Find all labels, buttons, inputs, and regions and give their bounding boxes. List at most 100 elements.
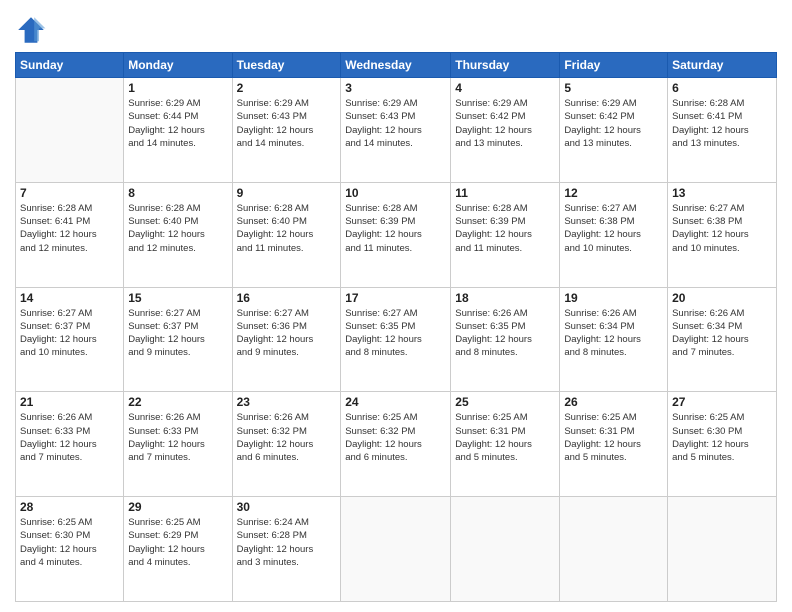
day-info: Sunrise: 6:28 AM Sunset: 6:41 PM Dayligh…: [20, 202, 119, 255]
calendar-cell: 29 Sunrise: 6:25 AM Sunset: 6:29 PM Dayli…: [124, 497, 232, 602]
day-number: 27: [672, 395, 772, 409]
day-number: 21: [20, 395, 119, 409]
calendar-header-row: SundayMondayTuesdayWednesdayThursdayFrid…: [16, 53, 777, 78]
calendar-cell: 21 Sunrise: 6:26 AM Sunset: 6:33 PM Dayli…: [16, 392, 124, 497]
day-number: 3: [345, 81, 446, 95]
day-number: 17: [345, 291, 446, 305]
day-info: Sunrise: 6:27 AM Sunset: 6:37 PM Dayligh…: [20, 307, 119, 360]
day-info: Sunrise: 6:24 AM Sunset: 6:28 PM Dayligh…: [237, 516, 337, 569]
week-row-4: 28 Sunrise: 6:25 AM Sunset: 6:30 PM Dayli…: [16, 497, 777, 602]
day-number: 14: [20, 291, 119, 305]
day-info: Sunrise: 6:25 AM Sunset: 6:30 PM Dayligh…: [20, 516, 119, 569]
day-header-friday: Friday: [560, 53, 668, 78]
calendar-cell: 18Sunrise: 6:26 AM Sunset: 6:35 PM Dayli…: [451, 287, 560, 392]
day-number: 8: [128, 186, 227, 200]
day-number: 13: [672, 186, 772, 200]
day-number: 18: [455, 291, 555, 305]
calendar-cell: 2Sunrise: 6:29 AM Sunset: 6:43 PM Daylig…: [232, 78, 341, 183]
calendar-cell: 25Sunrise: 6:25 AM Sunset: 6:31 PM Dayli…: [451, 392, 560, 497]
calendar-cell: [341, 497, 451, 602]
day-header-thursday: Thursday: [451, 53, 560, 78]
day-info: Sunrise: 6:27 AM Sunset: 6:35 PM Dayligh…: [345, 307, 446, 360]
day-number: 25: [455, 395, 555, 409]
day-info: Sunrise: 6:25 AM Sunset: 6:32 PM Dayligh…: [345, 411, 446, 464]
day-info: Sunrise: 6:28 AM Sunset: 6:40 PM Dayligh…: [237, 202, 337, 255]
day-info: Sunrise: 6:27 AM Sunset: 6:38 PM Dayligh…: [564, 202, 663, 255]
day-number: 4: [455, 81, 555, 95]
calendar-cell: 11 Sunrise: 6:28 AM Sunset: 6:39 PM Dayli…: [451, 182, 560, 287]
calendar-cell: 23 Sunrise: 6:26 AM Sunset: 6:32 PM Dayli…: [232, 392, 341, 497]
day-info: Sunrise: 6:26 AM Sunset: 6:34 PM Dayligh…: [672, 307, 772, 360]
day-info: Sunrise: 6:25 AM Sunset: 6:31 PM Dayligh…: [564, 411, 663, 464]
calendar-cell: 1 Sunrise: 6:29 AM Sunset: 6:44 PM Daylig…: [124, 78, 232, 183]
day-number: 5: [564, 81, 663, 95]
page: SundayMondayTuesdayWednesdayThursdayFrid…: [0, 0, 792, 612]
calendar-cell: 10 Sunrise: 6:28 AM Sunset: 6:39 PM Dayli…: [341, 182, 451, 287]
day-number: 20: [672, 291, 772, 305]
calendar-cell: 14 Sunrise: 6:27 AM Sunset: 6:37 PM Dayli…: [16, 287, 124, 392]
day-number: 1: [128, 81, 227, 95]
day-number: 6: [672, 81, 772, 95]
day-number: 10: [345, 186, 446, 200]
day-info: Sunrise: 6:27 AM Sunset: 6:37 PM Dayligh…: [128, 307, 227, 360]
calendar-cell: 26 Sunrise: 6:25 AM Sunset: 6:31 PM Dayli…: [560, 392, 668, 497]
day-info: Sunrise: 6:25 AM Sunset: 6:29 PM Dayligh…: [128, 516, 227, 569]
week-row-1: 7Sunrise: 6:28 AM Sunset: 6:41 PM Daylig…: [16, 182, 777, 287]
day-number: 22: [128, 395, 227, 409]
calendar-cell: 3Sunrise: 6:29 AM Sunset: 6:43 PM Daylig…: [341, 78, 451, 183]
day-info: Sunrise: 6:27 AM Sunset: 6:38 PM Dayligh…: [672, 202, 772, 255]
calendar-cell: [560, 497, 668, 602]
day-number: 16: [237, 291, 337, 305]
logo-icon: [15, 14, 47, 46]
day-number: 29: [128, 500, 227, 514]
calendar-cell: 17 Sunrise: 6:27 AM Sunset: 6:35 PM Dayli…: [341, 287, 451, 392]
calendar-cell: [451, 497, 560, 602]
calendar-cell: 28 Sunrise: 6:25 AM Sunset: 6:30 PM Dayli…: [16, 497, 124, 602]
day-number: 9: [237, 186, 337, 200]
day-number: 15: [128, 291, 227, 305]
calendar-cell: 5 Sunrise: 6:29 AM Sunset: 6:42 PM Daylig…: [560, 78, 668, 183]
day-number: 11: [455, 186, 555, 200]
day-info: Sunrise: 6:26 AM Sunset: 6:32 PM Dayligh…: [237, 411, 337, 464]
logo: [15, 14, 51, 46]
day-number: 24: [345, 395, 446, 409]
calendar-cell: 22 Sunrise: 6:26 AM Sunset: 6:33 PM Dayli…: [124, 392, 232, 497]
header: [15, 10, 777, 46]
week-row-0: 1 Sunrise: 6:29 AM Sunset: 6:44 PM Daylig…: [16, 78, 777, 183]
day-number: 26: [564, 395, 663, 409]
day-number: 30: [237, 500, 337, 514]
day-info: Sunrise: 6:26 AM Sunset: 6:33 PM Dayligh…: [20, 411, 119, 464]
day-info: Sunrise: 6:28 AM Sunset: 6:39 PM Dayligh…: [345, 202, 446, 255]
day-info: Sunrise: 6:26 AM Sunset: 6:34 PM Dayligh…: [564, 307, 663, 360]
day-number: 12: [564, 186, 663, 200]
week-row-3: 21 Sunrise: 6:26 AM Sunset: 6:33 PM Dayli…: [16, 392, 777, 497]
day-header-sunday: Sunday: [16, 53, 124, 78]
day-number: 28: [20, 500, 119, 514]
day-number: 19: [564, 291, 663, 305]
day-header-wednesday: Wednesday: [341, 53, 451, 78]
day-header-monday: Monday: [124, 53, 232, 78]
calendar-cell: 24 Sunrise: 6:25 AM Sunset: 6:32 PM Dayli…: [341, 392, 451, 497]
calendar-cell: 16 Sunrise: 6:27 AM Sunset: 6:36 PM Dayli…: [232, 287, 341, 392]
day-info: Sunrise: 6:28 AM Sunset: 6:40 PM Dayligh…: [128, 202, 227, 255]
day-number: 2: [237, 81, 337, 95]
calendar-cell: 30 Sunrise: 6:24 AM Sunset: 6:28 PM Dayli…: [232, 497, 341, 602]
day-info: Sunrise: 6:25 AM Sunset: 6:30 PM Dayligh…: [672, 411, 772, 464]
calendar-cell: 4Sunrise: 6:29 AM Sunset: 6:42 PM Daylig…: [451, 78, 560, 183]
week-row-2: 14 Sunrise: 6:27 AM Sunset: 6:37 PM Dayli…: [16, 287, 777, 392]
calendar-cell: 6Sunrise: 6:28 AM Sunset: 6:41 PM Daylig…: [668, 78, 777, 183]
calendar-cell: 8 Sunrise: 6:28 AM Sunset: 6:40 PM Daylig…: [124, 182, 232, 287]
day-header-tuesday: Tuesday: [232, 53, 341, 78]
day-header-saturday: Saturday: [668, 53, 777, 78]
calendar-table: SundayMondayTuesdayWednesdayThursdayFrid…: [15, 52, 777, 602]
day-number: 23: [237, 395, 337, 409]
day-info: Sunrise: 6:29 AM Sunset: 6:44 PM Dayligh…: [128, 97, 227, 150]
calendar-cell: 15 Sunrise: 6:27 AM Sunset: 6:37 PM Dayli…: [124, 287, 232, 392]
calendar-cell: 20 Sunrise: 6:26 AM Sunset: 6:34 PM Dayli…: [668, 287, 777, 392]
day-info: Sunrise: 6:27 AM Sunset: 6:36 PM Dayligh…: [237, 307, 337, 360]
calendar-cell: 12 Sunrise: 6:27 AM Sunset: 6:38 PM Dayli…: [560, 182, 668, 287]
calendar-cell: 13 Sunrise: 6:27 AM Sunset: 6:38 PM Dayli…: [668, 182, 777, 287]
day-info: Sunrise: 6:28 AM Sunset: 6:39 PM Dayligh…: [455, 202, 555, 255]
day-info: Sunrise: 6:26 AM Sunset: 6:33 PM Dayligh…: [128, 411, 227, 464]
day-info: Sunrise: 6:29 AM Sunset: 6:42 PM Dayligh…: [564, 97, 663, 150]
